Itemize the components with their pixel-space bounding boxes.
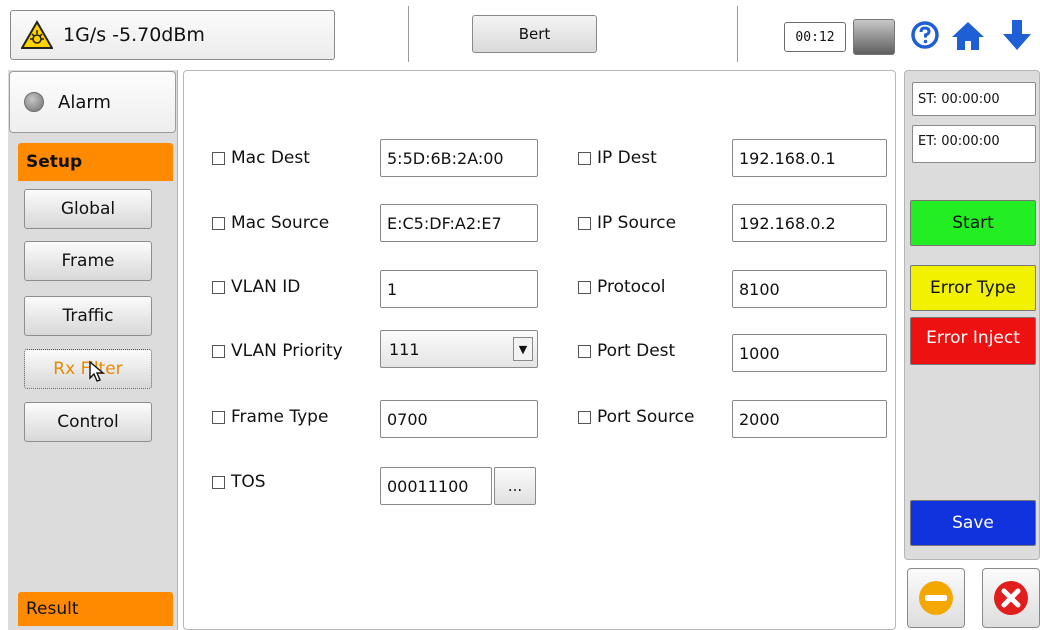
- ip-dest-checkbox[interactable]: IP Dest: [578, 143, 657, 173]
- clock-display: 00:12: [784, 22, 846, 52]
- tos-label: TOS: [231, 472, 266, 492]
- ip-source-checkbox[interactable]: IP Source: [578, 208, 676, 238]
- sidebar-item-control[interactable]: Control: [24, 402, 152, 442]
- checkbox-icon: [212, 410, 225, 424]
- ip-dest-input[interactable]: 192.168.0.1: [732, 139, 887, 177]
- checkbox-icon: [578, 216, 591, 230]
- bert-mode-button[interactable]: Bert: [472, 15, 597, 53]
- download-arrow-icon[interactable]: [1000, 18, 1034, 52]
- header-divider: [408, 6, 409, 62]
- port-dest-checkbox[interactable]: Port Dest: [578, 336, 675, 366]
- close-icon: [994, 581, 1028, 615]
- ip-source-input[interactable]: 192.168.0.2: [732, 204, 887, 242]
- vlan-priority-select[interactable]: 111 ▼: [380, 330, 538, 368]
- checkbox-icon: [212, 280, 225, 294]
- header-divider: [737, 6, 738, 62]
- tos-more-button[interactable]: ...: [494, 467, 536, 505]
- port-dest-input[interactable]: 1000: [732, 334, 887, 372]
- frame-type-checkbox[interactable]: Frame Type: [212, 402, 328, 432]
- sidebar-item-global[interactable]: Global: [24, 189, 152, 229]
- vlan-priority-label: VLAN Priority: [231, 341, 343, 361]
- vlan-id-checkbox[interactable]: VLAN ID: [212, 272, 300, 302]
- protocol-label: Protocol: [597, 277, 666, 297]
- mac-dest-input[interactable]: 5:5D:6B:2A:00: [380, 139, 538, 177]
- laser-warning-icon: [21, 20, 53, 49]
- ip-dest-label: IP Dest: [597, 148, 657, 168]
- vlan-id-input[interactable]: 1: [380, 270, 538, 308]
- sidebar-item-frame[interactable]: Frame: [24, 241, 152, 281]
- protocol-checkbox[interactable]: Protocol: [578, 272, 666, 302]
- tos-input[interactable]: 00011100: [380, 467, 492, 505]
- chevron-down-icon[interactable]: ▼: [513, 337, 533, 361]
- checkbox-icon: [212, 216, 225, 230]
- port-source-label: Port Source: [597, 407, 695, 427]
- alarm-label: Alarm: [58, 91, 111, 113]
- mac-source-label: Mac Source: [231, 213, 330, 233]
- close-button[interactable]: [982, 568, 1040, 628]
- checkbox-icon: [578, 410, 591, 424]
- checkbox-icon: [578, 280, 591, 294]
- battery-icon: [853, 19, 895, 55]
- minimize-icon: [919, 581, 953, 615]
- result-tab[interactable]: Result: [18, 592, 173, 626]
- signal-status-box: 1G/s -5.70dBm: [10, 10, 335, 60]
- help-icon[interactable]: [910, 20, 940, 50]
- error-inject-button[interactable]: Error Inject: [910, 317, 1036, 365]
- signal-status-text: 1G/s -5.70dBm: [63, 24, 205, 46]
- checkbox-icon: [212, 151, 225, 165]
- sidebar-item-traffic[interactable]: Traffic: [24, 296, 152, 336]
- minimize-button[interactable]: [907, 568, 965, 628]
- frame-type-input[interactable]: 0700: [380, 400, 538, 438]
- port-source-checkbox[interactable]: Port Source: [578, 402, 695, 432]
- alarm-led-icon: [24, 92, 44, 112]
- mac-source-checkbox[interactable]: Mac Source: [212, 208, 329, 238]
- tos-checkbox[interactable]: TOS: [212, 467, 266, 497]
- protocol-input[interactable]: 8100: [732, 270, 887, 308]
- port-dest-label: Port Dest: [597, 341, 676, 361]
- setup-tab[interactable]: Setup: [18, 143, 173, 181]
- mac-source-input[interactable]: E:C5:DF:A2:E7: [380, 204, 538, 242]
- start-time-display: ST: 00:00:00: [912, 82, 1036, 116]
- checkbox-icon: [578, 344, 591, 358]
- vlan-priority-value: 111: [389, 339, 420, 359]
- error-type-button[interactable]: Error Type: [910, 265, 1036, 311]
- mouse-cursor-icon: [89, 360, 105, 382]
- home-icon[interactable]: [950, 20, 986, 52]
- vlan-id-label: VLAN ID: [231, 277, 301, 297]
- port-source-input[interactable]: 2000: [732, 400, 887, 438]
- start-button[interactable]: Start: [910, 200, 1036, 246]
- save-button[interactable]: Save: [910, 500, 1036, 546]
- mac-dest-label: Mac Dest: [231, 148, 310, 168]
- mac-dest-checkbox[interactable]: Mac Dest: [212, 143, 310, 173]
- frame-type-label: Frame Type: [231, 407, 329, 427]
- checkbox-icon: [578, 151, 591, 165]
- checkbox-icon: [212, 475, 225, 489]
- checkbox-icon: [212, 344, 225, 358]
- end-time-display: ET: 00:00:00: [912, 125, 1036, 163]
- alarm-indicator[interactable]: Alarm: [9, 71, 176, 133]
- vlan-priority-checkbox[interactable]: VLAN Priority: [212, 336, 366, 366]
- ip-source-label: IP Source: [597, 213, 677, 233]
